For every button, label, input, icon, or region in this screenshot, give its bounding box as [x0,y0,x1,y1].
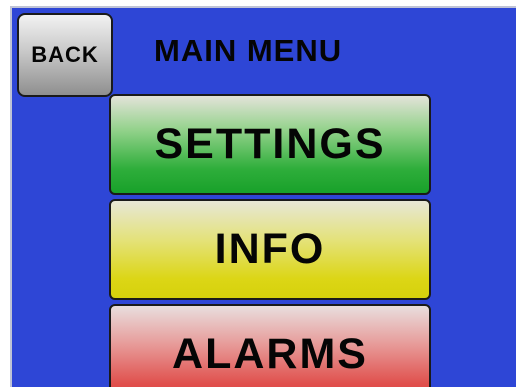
alarms-button[interactable]: ALARMS [109,304,431,387]
back-button-label: BACK [31,42,99,67]
settings-button[interactable]: SETTINGS [109,94,431,195]
page-title: MAIN MENU [154,33,343,68]
info-button[interactable]: INFO [109,199,431,300]
main-menu-screen: BACK MAIN MENU SETTINGS INFO ALARMS [10,6,516,387]
alarms-button-label: ALARMS [172,330,368,378]
info-button-label: INFO [214,225,326,273]
back-button[interactable]: BACK [17,13,113,97]
settings-button-label: SETTINGS [154,120,386,168]
